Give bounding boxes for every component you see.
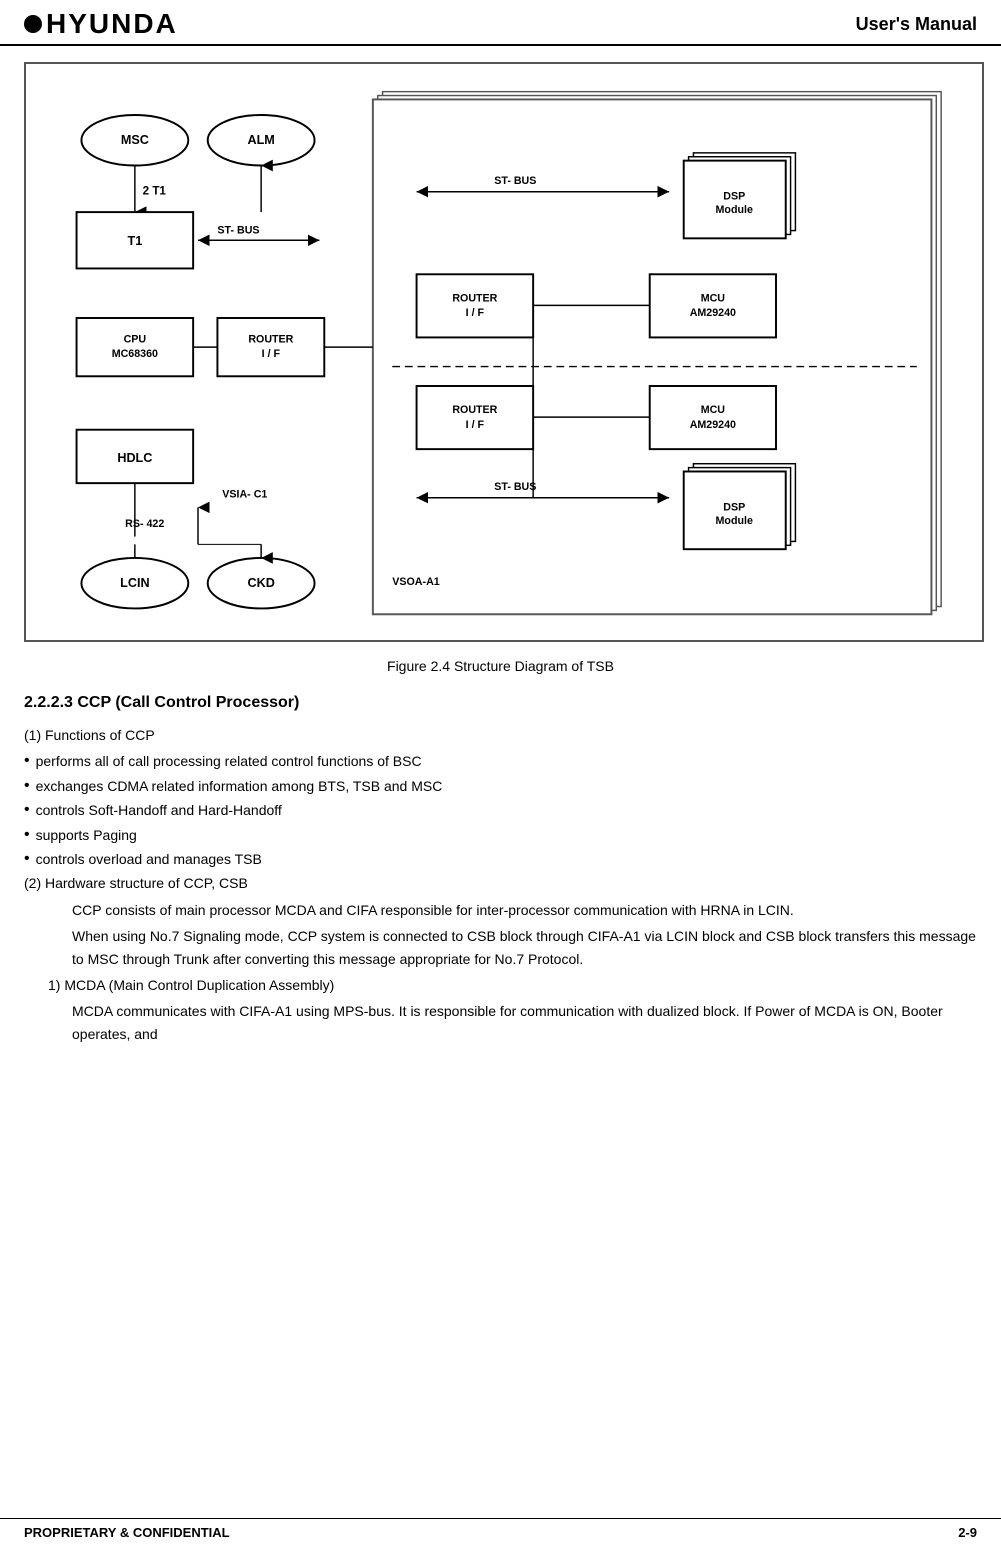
bullet-item-1: • performs all of call processing relate… bbox=[24, 750, 977, 772]
svg-text:T1: T1 bbox=[127, 234, 142, 248]
bullet-dot-icon: • bbox=[24, 775, 30, 797]
svg-text:MSC: MSC bbox=[121, 133, 149, 147]
bullet-item-2: • exchanges CDMA related information amo… bbox=[24, 775, 977, 797]
svg-text:LCIN: LCIN bbox=[120, 576, 149, 590]
main-content: MSC ALM 2 T1 T1 ST- BUS CPU MC68360 RO bbox=[0, 46, 1001, 1065]
logo-text: HYUNDA bbox=[46, 8, 178, 40]
logo-area: HYUNDA bbox=[24, 8, 178, 40]
svg-text:MCU: MCU bbox=[701, 404, 726, 416]
bullet-text-5: controls overload and manages TSB bbox=[36, 848, 262, 870]
svg-text:RS- 422: RS- 422 bbox=[125, 518, 164, 530]
svg-text:VSOA-A1: VSOA-A1 bbox=[392, 576, 440, 588]
diagram-container: MSC ALM 2 T1 T1 ST- BUS CPU MC68360 RO bbox=[24, 62, 984, 642]
figure-caption: Figure 2.4 Structure Diagram of TSB bbox=[24, 658, 977, 674]
svg-text:AM29240: AM29240 bbox=[690, 419, 736, 431]
svg-text:MCU: MCU bbox=[701, 292, 726, 304]
page-header: HYUNDA User's Manual bbox=[0, 0, 1001, 46]
svg-text:ALM: ALM bbox=[247, 133, 274, 147]
svg-text:HDLC: HDLC bbox=[117, 451, 152, 465]
functions-title: (1) Functions of CCP bbox=[24, 724, 977, 746]
svg-text:CPU: CPU bbox=[124, 333, 147, 345]
bullet-dot-icon: • bbox=[24, 824, 30, 846]
page-title: User's Manual bbox=[856, 14, 977, 35]
mcda-para: MCDA communicates with CIFA-A1 using MPS… bbox=[72, 1000, 977, 1045]
svg-text:ROUTER: ROUTER bbox=[452, 404, 497, 416]
bullet-text-4: supports Paging bbox=[36, 824, 137, 846]
svg-text:ROUTER: ROUTER bbox=[452, 292, 497, 304]
svg-text:2 T1: 2 T1 bbox=[143, 185, 167, 198]
svg-text:ST- BUS: ST- BUS bbox=[494, 175, 536, 187]
page-footer: PROPRIETARY & CONFIDENTIAL 2-9 bbox=[0, 1518, 1001, 1540]
bullet-text-3: controls Soft-Handoff and Hard-Handoff bbox=[36, 799, 282, 821]
svg-text:Module: Module bbox=[716, 515, 753, 527]
bullet-item-3: • controls Soft-Handoff and Hard-Handoff bbox=[24, 799, 977, 821]
svg-text:DSP: DSP bbox=[723, 190, 745, 202]
svg-text:ST- BUS: ST- BUS bbox=[494, 481, 536, 493]
mcda-heading: 1) MCDA (Main Control Duplication Assemb… bbox=[48, 974, 977, 996]
svg-text:Module: Module bbox=[716, 204, 753, 216]
bullet-dot-icon: • bbox=[24, 750, 30, 772]
bullet-dot-icon: • bbox=[24, 799, 30, 821]
bullet-item-5: • controls overload and manages TSB bbox=[24, 848, 977, 870]
logo-dot-icon bbox=[24, 15, 42, 33]
diagram-svg: MSC ALM 2 T1 T1 ST- BUS CPU MC68360 RO bbox=[42, 80, 966, 624]
bullet-dot-icon: • bbox=[24, 848, 30, 870]
svg-text:AM29240: AM29240 bbox=[690, 307, 736, 319]
bullet-item-4: • supports Paging bbox=[24, 824, 977, 846]
svg-text:VSIA- C1: VSIA- C1 bbox=[222, 489, 267, 501]
svg-text:I / F: I / F bbox=[466, 307, 485, 319]
footer-right: 2-9 bbox=[958, 1525, 977, 1540]
svg-text:ROUTER: ROUTER bbox=[248, 333, 293, 345]
svg-text:ST- BUS: ST- BUS bbox=[217, 224, 259, 236]
hardware-title: (2) Hardware structure of CCP, CSB bbox=[24, 872, 977, 894]
bullet-text-2: exchanges CDMA related information among… bbox=[36, 775, 443, 797]
svg-text:DSP: DSP bbox=[723, 501, 745, 513]
section-heading: 2.2.2.3 CCP (Call Control Processor) bbox=[24, 694, 977, 712]
svg-text:CKD: CKD bbox=[247, 576, 274, 590]
hardware-para2: When using No.7 Signaling mode, CCP syst… bbox=[72, 925, 977, 970]
svg-text:MC68360: MC68360 bbox=[112, 348, 158, 360]
svg-text:I / F: I / F bbox=[262, 348, 281, 360]
bullet-list: • performs all of call processing relate… bbox=[24, 750, 977, 870]
hardware-para1: CCP consists of main processor MCDA and … bbox=[72, 899, 977, 921]
svg-text:I / F: I / F bbox=[466, 419, 485, 431]
footer-left: PROPRIETARY & CONFIDENTIAL bbox=[24, 1525, 230, 1540]
bullet-text-1: performs all of call processing related … bbox=[36, 750, 422, 772]
